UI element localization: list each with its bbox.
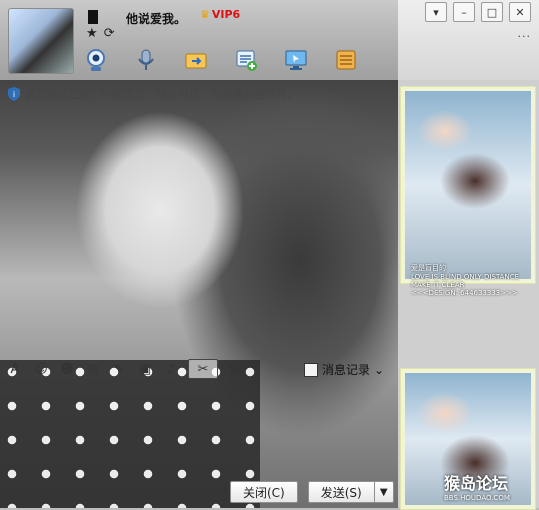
close-button[interactable]: 关闭(C) [230, 481, 298, 503]
magic-face-icon[interactable]: ☻ [58, 360, 76, 378]
history-label: 消息记录 [322, 363, 371, 377]
send-options-chevron-icon[interactable]: ▼ [374, 481, 394, 503]
signature: 他说爱我。 [126, 12, 187, 26]
watermark-url: BBS.HOUDAO.COM [444, 494, 510, 502]
create-group-icon[interactable] [230, 44, 262, 76]
send-button[interactable]: 发送(S) [307, 481, 375, 503]
emoji-icon[interactable]: ☺ [32, 360, 50, 378]
chat-header: ★ ⟳ 他说爱我。 ♛ VIP6 ▾ – □ ✕ ··· [0, 0, 539, 80]
chevron-down-icon: ⌄ [374, 362, 385, 377]
star-icon: ★ [86, 26, 98, 41]
caption-line1: 爱是盲目的 [411, 264, 446, 272]
briefcase-icon[interactable]: ▤ [226, 360, 244, 378]
maximize-icon[interactable]: □ [481, 2, 503, 22]
window-controls: ▾ – □ ✕ [425, 2, 531, 22]
status-icons: ★ ⟳ [86, 26, 117, 41]
svg-text:i: i [13, 90, 15, 99]
music-icon[interactable]: ♪ [162, 360, 180, 378]
watermark-title: 猴岛论坛 [444, 474, 509, 493]
nickname [88, 10, 98, 24]
watermark: 猴岛论坛 BBS.HOUDAO.COM [444, 470, 510, 502]
photo-image [405, 91, 531, 279]
message-history-button[interactable]: 消息记录 ⌄ [304, 361, 384, 378]
dropdown-icon[interactable]: ▾ [425, 2, 447, 22]
microphone-icon[interactable] [130, 44, 162, 76]
image-icon[interactable]: ▣ [136, 360, 154, 378]
security-notice: i 请勿轻信汇款、中奖信息、陌生电话，勿使用外挂软件。 [8, 86, 394, 102]
more-icon[interactable]: ··· [518, 30, 532, 43]
contact-photo-top: 爱是盲目的 LOVE IS BLIND ONLY DISTANCE MAKE I… [400, 86, 536, 297]
history-icon [304, 362, 318, 377]
minimize-icon[interactable]: – [453, 2, 475, 22]
font-icon[interactable]: A [6, 360, 24, 378]
chat-toolbar [80, 44, 362, 76]
caption-line3: <<<DESIGN: 644633333>>> [411, 289, 518, 297]
remote-desktop-icon[interactable] [280, 44, 312, 76]
avatar[interactable] [8, 8, 74, 74]
vip-badge[interactable]: ♛ VIP6 [200, 8, 240, 21]
notice-text: 请勿轻信汇款、中奖信息、陌生电话，勿使用外挂软件。 [24, 88, 299, 101]
send-file-icon[interactable] [180, 44, 212, 76]
shake-icon[interactable]: ◎ [84, 360, 102, 378]
action-buttons: 关闭(C) 发送(S) ▼ [230, 481, 394, 503]
app-box-icon[interactable] [330, 44, 362, 76]
crown-icon: ♛ [200, 8, 210, 21]
screenshot-icon[interactable]: ✂ [188, 359, 218, 379]
scribble-icon[interactable]: ✎ [110, 360, 128, 378]
caption-line2: LOVE IS BLIND ONLY DISTANCE MAKE IT CLEA… [411, 273, 520, 289]
shield-icon: i [8, 87, 20, 101]
close-icon[interactable]: ✕ [509, 2, 531, 22]
photo-caption: 爱是盲目的 LOVE IS BLIND ONLY DISTANCE MAKE I… [411, 263, 527, 297]
send-group: 发送(S) ▼ [307, 481, 394, 503]
webcam-icon[interactable] [80, 44, 112, 76]
sync-icon: ⟳ [103, 26, 115, 41]
